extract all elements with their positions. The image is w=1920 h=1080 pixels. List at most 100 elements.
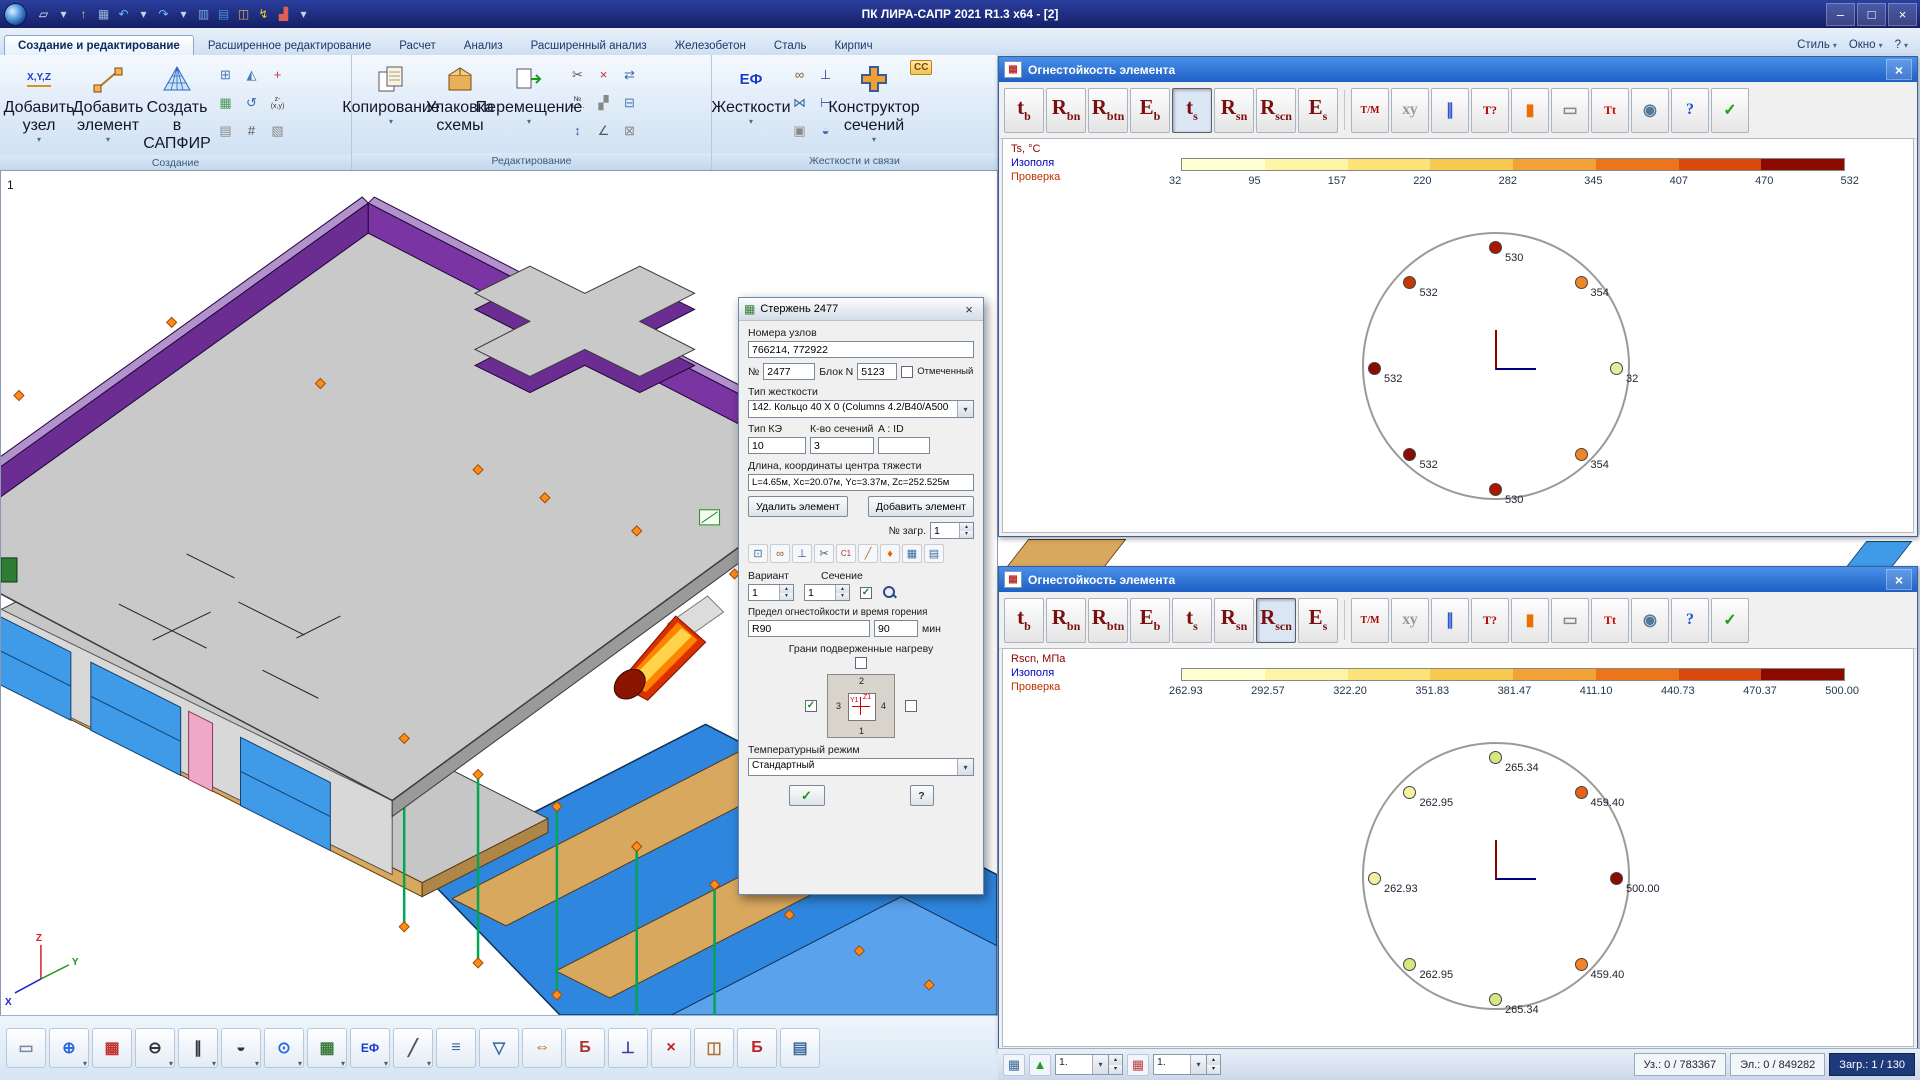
marquee-select-button[interactable]: ▭ — [6, 1028, 46, 1068]
grid-flag-button[interactable]: ▦ — [92, 1028, 132, 1068]
intersect-icon[interactable]: ⊟ — [617, 89, 642, 116]
help-icon[interactable]: ? — [1671, 88, 1709, 133]
menu-item[interactable]: Стиль▾ — [1797, 39, 1837, 51]
wizard-icon[interactable]: ↯ — [254, 4, 273, 24]
snap-grid-button[interactable]: ▤ — [780, 1028, 820, 1068]
sections-count-input[interactable] — [810, 437, 874, 454]
delete-element-button[interactable]: Удалить элемент — [748, 496, 848, 517]
hinge-icon[interactable]: ∞ — [770, 544, 790, 563]
help-icon[interactable]: ? — [1671, 598, 1709, 643]
rod-button[interactable]: Б — [565, 1028, 605, 1068]
fire-time-input[interactable] — [874, 620, 918, 637]
new-file-arrow-icon[interactable]: ▾ — [54, 4, 73, 24]
grid-generate-icon[interactable]: # — [239, 117, 264, 144]
chevron-down-icon[interactable]: ▾ — [957, 401, 973, 417]
param-button[interactable]: Eb — [1130, 88, 1170, 133]
link-icon[interactable]: ⋈ — [787, 89, 812, 116]
param-button[interactable]: tb — [1004, 598, 1044, 643]
axes-gray-icon[interactable]: ху — [1391, 88, 1429, 133]
add-node-button[interactable]: X,Y,Z Добавить узел▾ — [6, 60, 72, 146]
spinner-arrows[interactable]: ▴▾ — [779, 585, 793, 600]
isolines-icon[interactable]: ∥ — [1431, 88, 1469, 133]
add-plate-icon[interactable]: + — [265, 61, 290, 88]
close-icon[interactable]: × — [960, 301, 978, 317]
stiffness-display-button[interactable]: ЕФ ▾ — [350, 1028, 390, 1068]
fe-info-icon[interactable]: ⊡ — [748, 544, 768, 563]
delete-button[interactable]: × — [651, 1028, 691, 1068]
surface-icon[interactable]: ◭ — [239, 61, 264, 88]
block-number-input[interactable] — [857, 363, 897, 380]
magnifier-icon[interactable] — [882, 585, 897, 600]
z-function-icon[interactable]: z-(x,y) — [265, 89, 290, 116]
apply-icon[interactable]: ✓ — [1711, 598, 1749, 643]
save-icon[interactable]: ▦ — [94, 4, 113, 24]
mesh-button[interactable]: ▦ ▾ — [307, 1028, 347, 1068]
param-button[interactable]: ts — [1172, 88, 1212, 133]
snapshot-icon[interactable]: ◉ — [1631, 598, 1669, 643]
close-icon[interactable]: × — [1886, 569, 1912, 590]
variant-combo-spinner[interactable]: ▴▾ — [1109, 1054, 1123, 1075]
angle-icon[interactable]: ∠ — [591, 117, 616, 144]
param-button[interactable]: Rbtn — [1088, 598, 1128, 643]
face-right-checkbox[interactable] — [905, 700, 917, 712]
load-num-stepper[interactable]: 1 ▴▾ — [930, 522, 974, 539]
app-logo[interactable] — [4, 3, 27, 26]
ribbon-tab[interactable]: Расширенный анализ — [517, 35, 661, 55]
new-file-icon[interactable]: ▱ — [34, 4, 53, 24]
section-builder-button[interactable]: Конструктор сечений▾ — [841, 60, 907, 146]
param-button[interactable]: ts — [1172, 598, 1212, 643]
maximize-button[interactable]: □ — [1857, 3, 1886, 26]
axes-gray-icon[interactable]: ху — [1391, 598, 1429, 643]
delete-element-icon[interactable]: × — [591, 61, 616, 88]
temp-time-icon[interactable]: Тt — [1591, 598, 1629, 643]
swap-icon[interactable]: ⇄ — [617, 61, 642, 88]
load-case-combo[interactable]: 1. ▾ — [1153, 1054, 1207, 1075]
ribbon-tab[interactable]: Анализ — [450, 35, 517, 55]
dialog-titlebar[interactable]: ▦ Стержень 2477 × — [739, 298, 983, 321]
minimize-button[interactable]: – — [1826, 3, 1855, 26]
undo-icon[interactable]: ↶ — [114, 4, 133, 24]
param-button[interactable]: Rscn — [1256, 88, 1296, 133]
import-icon[interactable]: ↑ — [74, 4, 93, 24]
fire-bars-icon[interactable]: ▮ — [1511, 598, 1549, 643]
frame-icon[interactable]: ⊞ — [213, 61, 238, 88]
param-button[interactable]: Rsn — [1214, 598, 1254, 643]
variant-combo[interactable]: 1. ▾ — [1055, 1054, 1109, 1075]
param-button[interactable]: Rscn — [1256, 598, 1296, 643]
pencil-icon[interactable]: ╱ — [858, 544, 878, 563]
rebar-button[interactable]: Б — [737, 1028, 777, 1068]
redo-icon[interactable]: ↷ — [154, 4, 173, 24]
menu-item[interactable]: ?▾ — [1895, 39, 1908, 51]
temp-mode-select[interactable]: Стандартный ▾ — [748, 758, 974, 776]
create-in-sapfir-button[interactable]: Создать в САПФИР — [144, 60, 210, 155]
menu-item[interactable]: Окно▾ — [1849, 39, 1883, 51]
chevron-down-icon[interactable]: ▾ — [1092, 1055, 1108, 1074]
param-button[interactable]: Rbn — [1046, 88, 1086, 133]
table-select-icon[interactable]: ▦ — [1003, 1054, 1025, 1076]
scissors-icon[interactable]: ✂ — [565, 61, 590, 88]
t-question-icon[interactable]: Т? — [1471, 598, 1509, 643]
a-id-input[interactable] — [878, 437, 930, 454]
snapshot-icon[interactable]: ◉ — [1631, 88, 1669, 133]
preset-icon[interactable]: ▣ — [787, 117, 812, 144]
rotate-icon[interactable]: ↺ — [239, 89, 264, 116]
show-section-checkbox[interactable]: ✓ — [860, 587, 872, 599]
t-question-icon[interactable]: Т? — [1471, 88, 1509, 133]
show-all-icon[interactable]: ▲ — [1029, 1054, 1051, 1076]
hatch-icon[interactable]: ▧ — [265, 117, 290, 144]
copy-button[interactable]: Копирование▾ — [358, 60, 424, 128]
package-icon[interactable]: ◫ — [234, 4, 253, 24]
param-button[interactable]: Rbn — [1046, 598, 1086, 643]
titlebar[interactable]: ▱ ▾ ↑ ▦ ↶ — [0, 0, 1920, 28]
marked-checkbox[interactable] — [901, 366, 913, 378]
cc-icon[interactable]: CC — [910, 60, 932, 75]
param-button[interactable]: Rsn — [1214, 88, 1254, 133]
chart-icon[interactable]: ▟ — [274, 4, 293, 24]
isolines-icon[interactable]: ∥ — [1431, 598, 1469, 643]
hinge-icon[interactable]: ∞ — [787, 61, 812, 88]
redo-arrow-icon[interactable]: ▾ — [174, 4, 193, 24]
dz-grid-icon[interactable]: ▤ — [213, 117, 238, 144]
face-left-checkbox[interactable]: ✓ — [805, 700, 817, 712]
ribbon-tab[interactable]: Расчет — [385, 35, 450, 55]
fire-limit-input[interactable] — [748, 620, 870, 637]
